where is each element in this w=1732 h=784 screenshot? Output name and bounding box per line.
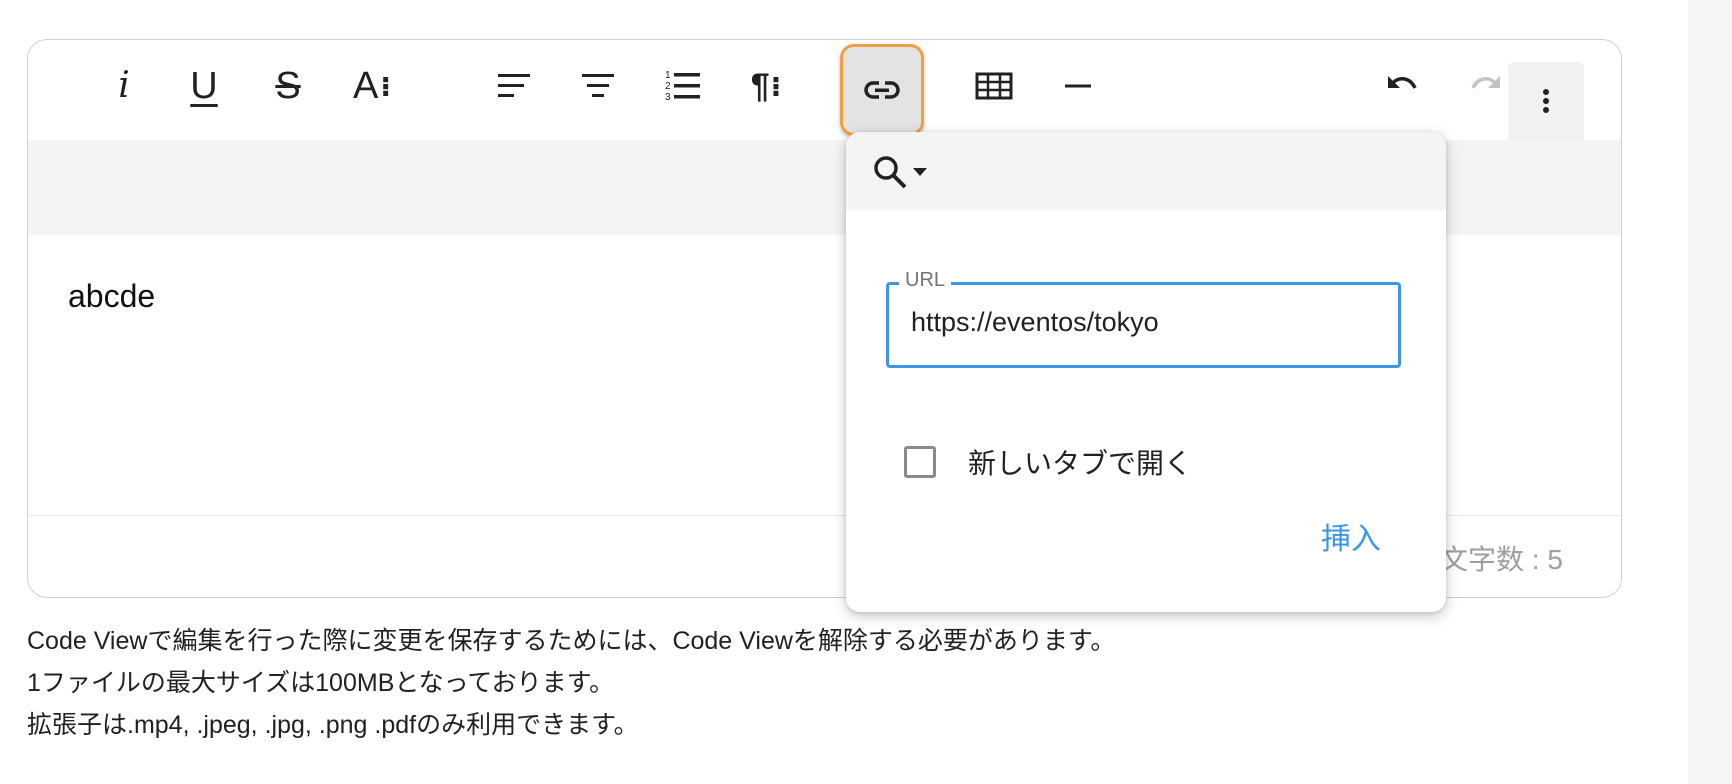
svg-text:3: 3 [665,92,671,103]
open-in-new-tab-option[interactable]: 新しいタブで開く [904,442,1192,482]
horizontal-rule-icon [1065,84,1091,88]
more-options-button[interactable] [1508,62,1584,140]
url-input[interactable] [911,307,1371,338]
undo-button[interactable] [1364,48,1440,124]
page-side-strip [1688,0,1732,784]
ordered-list-icon: 1 2 3 [665,70,700,103]
ordered-list-button[interactable]: 1 2 3 [644,48,720,124]
svg-text:2: 2 [665,81,671,92]
search-icon [874,156,907,189]
svg-text:1: 1 [665,70,671,81]
undo-icon [1388,76,1417,89]
font-size-dots: ⁝ [380,70,391,102]
char-count: 文字数 : 5 [1440,544,1563,575]
search-dropdown-button[interactable] [870,150,940,194]
paragraph-dots: ⁝ [770,70,782,102]
redo-icon [1471,76,1500,89]
align-center-icon [582,74,614,97]
paragraph-icon: ¶ [750,67,770,105]
paragraph-button[interactable]: ¶ ⁝ [728,48,804,124]
url-field: URL [886,269,1401,368]
italic-icon: i [118,65,130,106]
note-line: 拡張子は.mp4, .jpeg, .jpg, .png .pdfのみ利用できます… [27,711,639,739]
underline-button[interactable]: U [166,48,242,124]
more-vert-icon [1543,89,1549,113]
help-notes: Code Viewで編集を行った際に変更を保存するためには、Code Viewを… [27,620,1115,746]
link-dialog-header [846,132,1446,210]
align-center-button[interactable] [560,48,636,124]
editor-content[interactable]: abcde [68,278,155,315]
underline-icon: U [190,65,218,107]
new-tab-label: 新しいタブで開く [968,448,1193,479]
new-tab-checkbox[interactable] [904,446,936,478]
link-button[interactable] [840,44,924,136]
note-line: 1ファイルの最大サイズは100MBとなっております。 [27,669,615,697]
caret-down-icon [913,168,927,176]
align-left-button[interactable] [476,48,552,124]
font-size-icon: A [353,65,379,107]
font-size-button[interactable]: A ⁝ [334,48,410,124]
insert-button[interactable]: 挿入 [1321,514,1381,558]
strikethrough-icon: S [275,65,301,107]
url-field-label: URL [899,269,952,292]
italic-button[interactable]: i [86,48,162,124]
table-button[interactable] [956,48,1032,124]
link-icon [864,81,900,99]
link-dialog: URL 新しいタブで開く 挿入 [846,132,1446,612]
horizontal-rule-button[interactable] [1040,48,1116,124]
strikethrough-button[interactable]: S [250,48,326,124]
table-icon [975,72,1013,100]
note-line: Code Viewで編集を行った際に変更を保存するためには、Code Viewを… [27,627,1116,655]
align-left-icon [498,74,530,97]
editor-toolbar: i U S A ⁝ 1 2 3 ¶ ⁝ [28,40,1621,140]
